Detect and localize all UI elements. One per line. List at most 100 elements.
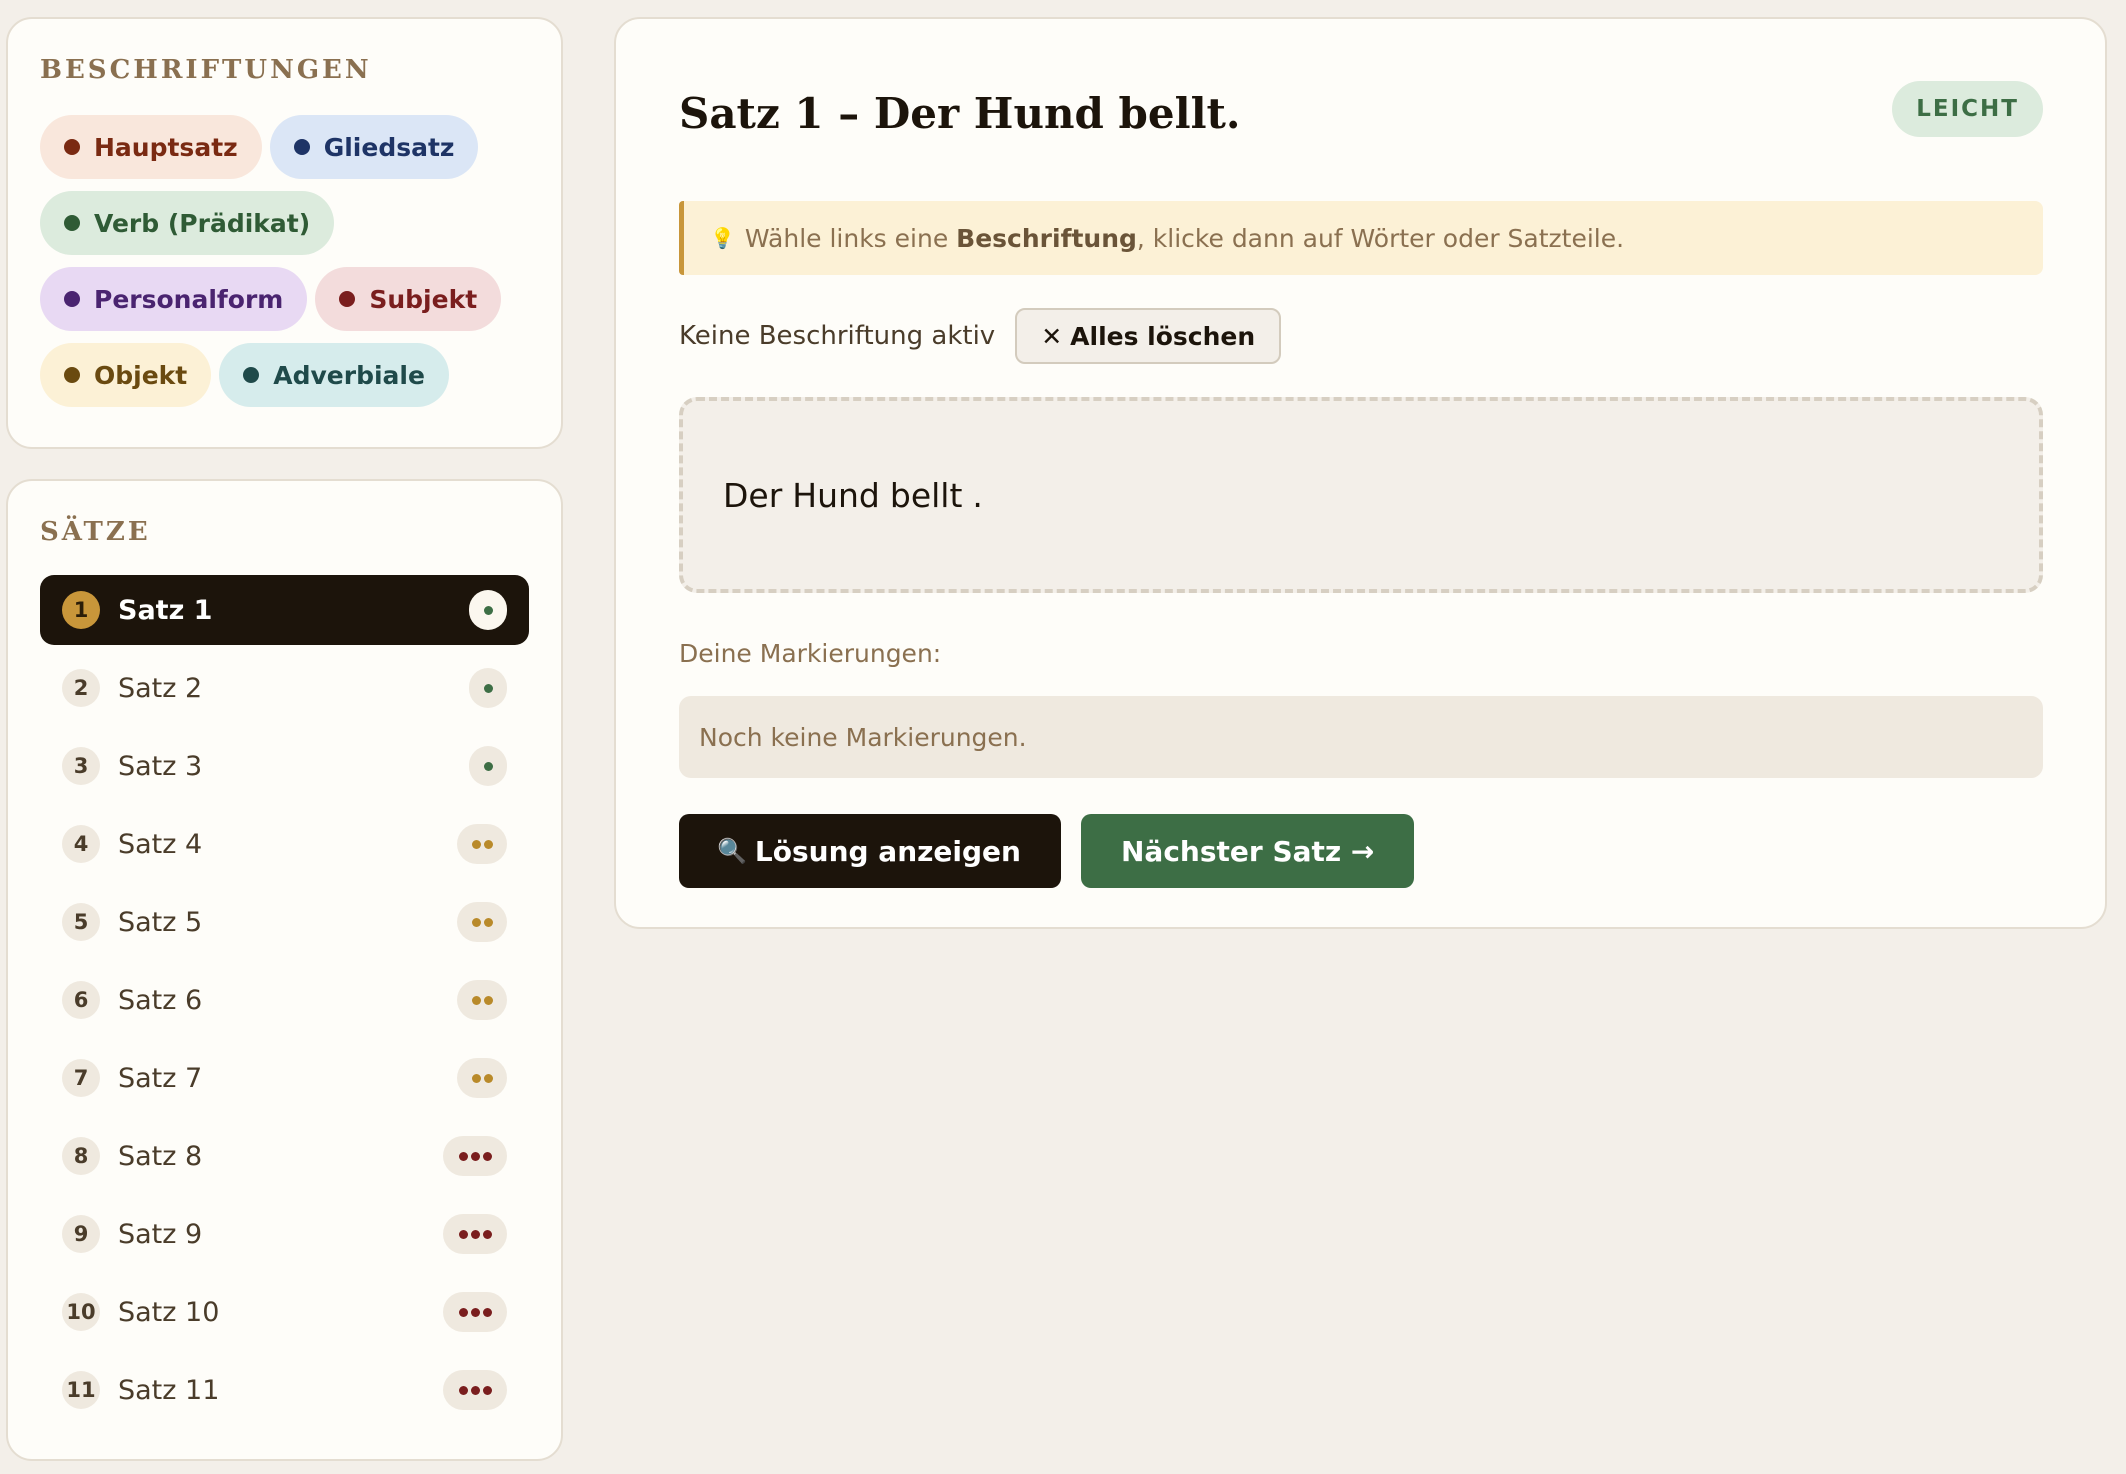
lightbulb-icon: 💡	[710, 226, 735, 250]
labels-title: BESCHRIFTUNGEN	[40, 55, 372, 85]
difficulty-dot	[482, 1151, 492, 1161]
sentence-label: Satz 10	[118, 1296, 220, 1328]
difficulty-dots-icon	[443, 1136, 507, 1176]
next-sentence-label: Nächster Satz →	[1120, 834, 1375, 868]
sentence-list-item[interactable]: 2 Satz 2	[40, 653, 529, 723]
sentence-word[interactable]: Hund	[792, 476, 880, 515]
sentence-label: Satz 9	[118, 1218, 203, 1250]
difficulty-dot	[470, 1385, 480, 1395]
sentence-list-item[interactable]: 11 Satz 11	[40, 1355, 529, 1425]
dot-icon	[339, 291, 356, 307]
sentence-label: Satz 6	[118, 984, 203, 1016]
dot-icon	[64, 367, 80, 383]
clear-all-label: Alles löschen	[1070, 321, 1256, 351]
label-chip[interactable]: Objekt	[40, 343, 212, 407]
sentences-title: SÄTZE	[40, 517, 151, 547]
active-label-status: Keine Beschriftung aktiv	[679, 321, 996, 351]
difficulty-dots-icon	[457, 824, 507, 864]
sentence-number: 4	[62, 825, 100, 863]
sentences-panel: SÄTZE 1 Satz 1 2 Satz 2 3 Satz 3 4 Satz 4 5 Satz …	[6, 479, 563, 1461]
label-chip-text: Hauptsatz	[94, 132, 238, 162]
label-chip[interactable]: Subjekt	[315, 267, 502, 331]
difficulty-dot	[482, 1229, 492, 1239]
action-buttons: 🔍 Lösung anzeigen Nächster Satz →	[679, 814, 2043, 888]
difficulty-dots-icon	[457, 1058, 507, 1098]
close-icon: ✕	[1041, 321, 1063, 351]
difficulty-dot	[458, 1307, 468, 1317]
label-chip[interactable]: Personalform	[40, 267, 308, 331]
sentence-number: 5	[62, 903, 100, 941]
app: BESCHRIFTUNGEN Hauptsatz Gliedsatz Verb (P…	[0, 0, 2126, 1474]
title-row: Satz 1 – Der Hund bellt. LEICHT	[679, 19, 2043, 201]
chip-row: Verb (Prädikat)	[40, 191, 529, 255]
sentence-label: Satz 2	[118, 672, 203, 704]
label-chip[interactable]: Gliedsatz	[269, 115, 479, 179]
sentence-label: Satz 11	[118, 1374, 220, 1406]
clear-all-button[interactable]: ✕ Alles löschen	[1015, 308, 1282, 364]
difficulty-dot	[482, 1307, 492, 1317]
sentence-number: 1	[62, 591, 100, 629]
sentence-label: Satz 3	[118, 750, 203, 782]
difficulty-dot	[483, 917, 493, 927]
sentence-number: 9	[62, 1215, 100, 1253]
label-chip-text: Verb (Prädikat)	[94, 208, 311, 238]
sentence-word[interactable]: bellt	[890, 476, 963, 515]
sentence-list-item[interactable]: 9 Satz 9	[40, 1199, 529, 1269]
show-solution-label: Lösung anzeigen	[754, 834, 1021, 868]
dot-icon	[64, 215, 80, 231]
sentence-list-item[interactable]: 6 Satz 6	[40, 965, 529, 1035]
sentence-word[interactable]: Der	[723, 476, 782, 515]
label-chip[interactable]: Hauptsatz	[40, 115, 262, 179]
label-chip[interactable]: Adverbiale	[219, 343, 449, 407]
label-chip[interactable]: Verb (Prädikat)	[40, 191, 335, 255]
sentence-list-item[interactable]: 3 Satz 3	[40, 731, 529, 801]
hint-banner: 💡 Wähle links eine Beschriftung, klicke …	[679, 201, 2043, 275]
sentence-number: 10	[62, 1293, 100, 1331]
sentence-list-item[interactable]: 4 Satz 4	[40, 809, 529, 879]
chip-row: Hauptsatz Gliedsatz	[40, 115, 529, 179]
sentence-word[interactable]: .	[972, 476, 983, 515]
sentence-label: Satz 1	[118, 594, 213, 626]
page-title: Satz 1 – Der Hund bellt.	[679, 89, 1241, 138]
sentence-label: Satz 4	[118, 828, 203, 860]
sentence-number: 6	[62, 981, 100, 1019]
dot-icon	[243, 367, 260, 383]
difficulty-badge: LEICHT	[1892, 81, 2043, 137]
sentence-list: 1 Satz 1 2 Satz 2 3 Satz 3 4 Satz 4 5 Satz 5 6 Satz…	[40, 575, 529, 1425]
difficulty-dots-icon	[469, 590, 507, 630]
difficulty-dot	[483, 605, 493, 615]
difficulty-dots-icon	[469, 746, 507, 786]
difficulty-dot	[458, 1229, 468, 1239]
hint-text: Wähle links eine Beschriftung, klicke da…	[744, 223, 1625, 253]
difficulty-dot	[483, 839, 493, 849]
sentence-list-item[interactable]: 8 Satz 8	[40, 1121, 529, 1191]
sentence-number: 11	[62, 1371, 100, 1409]
difficulty-dot	[471, 917, 481, 927]
difficulty-dot	[483, 761, 493, 771]
markings-empty-text: Noch keine Markierungen.	[699, 722, 1027, 752]
sentence-list-item[interactable]: 7 Satz 7	[40, 1043, 529, 1113]
difficulty-dot	[483, 1073, 493, 1083]
sentence-list-item[interactable]: 5 Satz 5	[40, 887, 529, 957]
label-chip-text: Subjekt	[369, 284, 478, 314]
difficulty-dot	[482, 1385, 492, 1395]
difficulty-dots-icon	[457, 980, 507, 1020]
sentence-list-item[interactable]: 1 Satz 1	[40, 575, 529, 645]
difficulty-dot	[470, 1151, 480, 1161]
labels-panel: BESCHRIFTUNGEN Hauptsatz Gliedsatz Verb (P…	[6, 17, 563, 449]
next-sentence-button[interactable]: Nächster Satz →	[1080, 814, 1415, 888]
sentence-label: Satz 8	[118, 1140, 203, 1172]
difficulty-dots-icon	[457, 902, 507, 942]
label-chip-text: Gliedsatz	[323, 132, 455, 162]
status-row: Keine Beschriftung aktiv ✕ Alles löschen	[679, 308, 2043, 364]
difficulty-dots-icon	[469, 668, 507, 708]
sentence-area: Der Hund bellt.	[679, 397, 2043, 593]
sentence-list-item[interactable]: 10 Satz 10	[40, 1277, 529, 1347]
difficulty-dot	[470, 1229, 480, 1239]
difficulty-dot	[471, 995, 481, 1005]
label-chips: Hauptsatz Gliedsatz Verb (Prädikat) Persona…	[40, 115, 529, 407]
markings-label: Deine Markierungen:	[679, 639, 942, 668]
show-solution-button[interactable]: 🔍 Lösung anzeigen	[679, 814, 1061, 888]
markings-box: Noch keine Markierungen.	[679, 696, 2043, 778]
difficulty-dots-icon	[443, 1370, 507, 1410]
